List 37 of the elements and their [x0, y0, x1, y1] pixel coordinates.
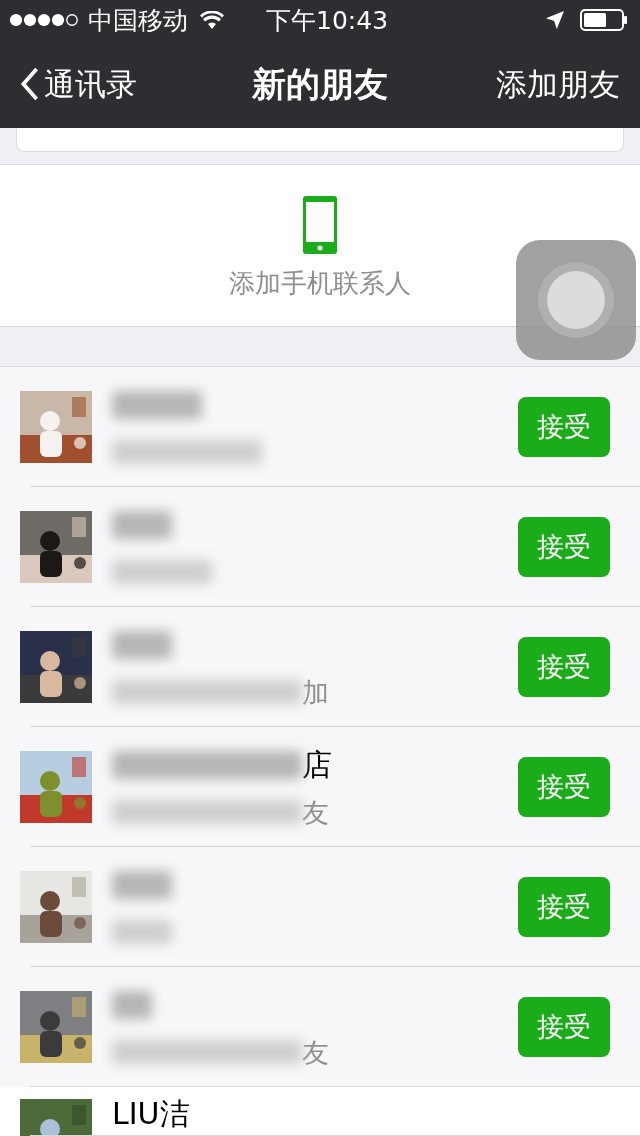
contact-name: LIU洁	[112, 1099, 190, 1129]
request-row[interactable]: 友 接受	[0, 967, 640, 1087]
request-row[interactable]: 接受	[0, 367, 640, 487]
redaction-blur	[112, 511, 172, 539]
signal-icon	[8, 13, 80, 27]
location-icon	[546, 11, 564, 29]
contact-name: 店	[302, 750, 332, 780]
page-title: 新的朋友	[252, 62, 388, 106]
battery-icon	[580, 9, 628, 31]
back-button[interactable]: 通讯录	[20, 60, 137, 108]
request-message: 加	[302, 678, 329, 706]
chevron-left-icon	[20, 67, 40, 101]
request-row[interactable]: 店 友 接受	[0, 727, 640, 847]
redaction-blur	[112, 991, 152, 1019]
accept-button[interactable]: 接受	[518, 877, 610, 937]
request-row[interactable]: 接受	[0, 847, 640, 967]
accept-button[interactable]: 接受	[518, 397, 610, 457]
request-row[interactable]: 接受	[0, 487, 640, 607]
add-phone-contacts-label[interactable]: 添加手机联系人	[229, 269, 411, 296]
request-message: 友	[302, 798, 329, 826]
status-time: 下午10:43	[266, 7, 389, 33]
accept-button[interactable]: 接受	[518, 997, 610, 1057]
wifi-icon	[200, 11, 224, 29]
assistive-touch-button[interactable]	[516, 240, 636, 360]
accept-button[interactable]: 接受	[518, 517, 610, 577]
accept-button[interactable]: 接受	[518, 757, 610, 817]
redaction-blur	[112, 631, 172, 659]
redaction-blur	[112, 871, 172, 899]
request-row[interactable]: LIU洁	[0, 1087, 640, 1136]
add-friends-button[interactable]: 添加朋友	[496, 60, 620, 108]
accept-button[interactable]: 接受	[518, 637, 610, 697]
carrier-name: 中国移动	[88, 7, 188, 33]
search-field[interactable]	[16, 128, 624, 152]
request-row[interactable]: 加 接受	[0, 607, 640, 727]
request-message: 友	[302, 1038, 329, 1066]
redaction-blur	[112, 920, 172, 944]
phone-icon	[303, 195, 337, 254]
